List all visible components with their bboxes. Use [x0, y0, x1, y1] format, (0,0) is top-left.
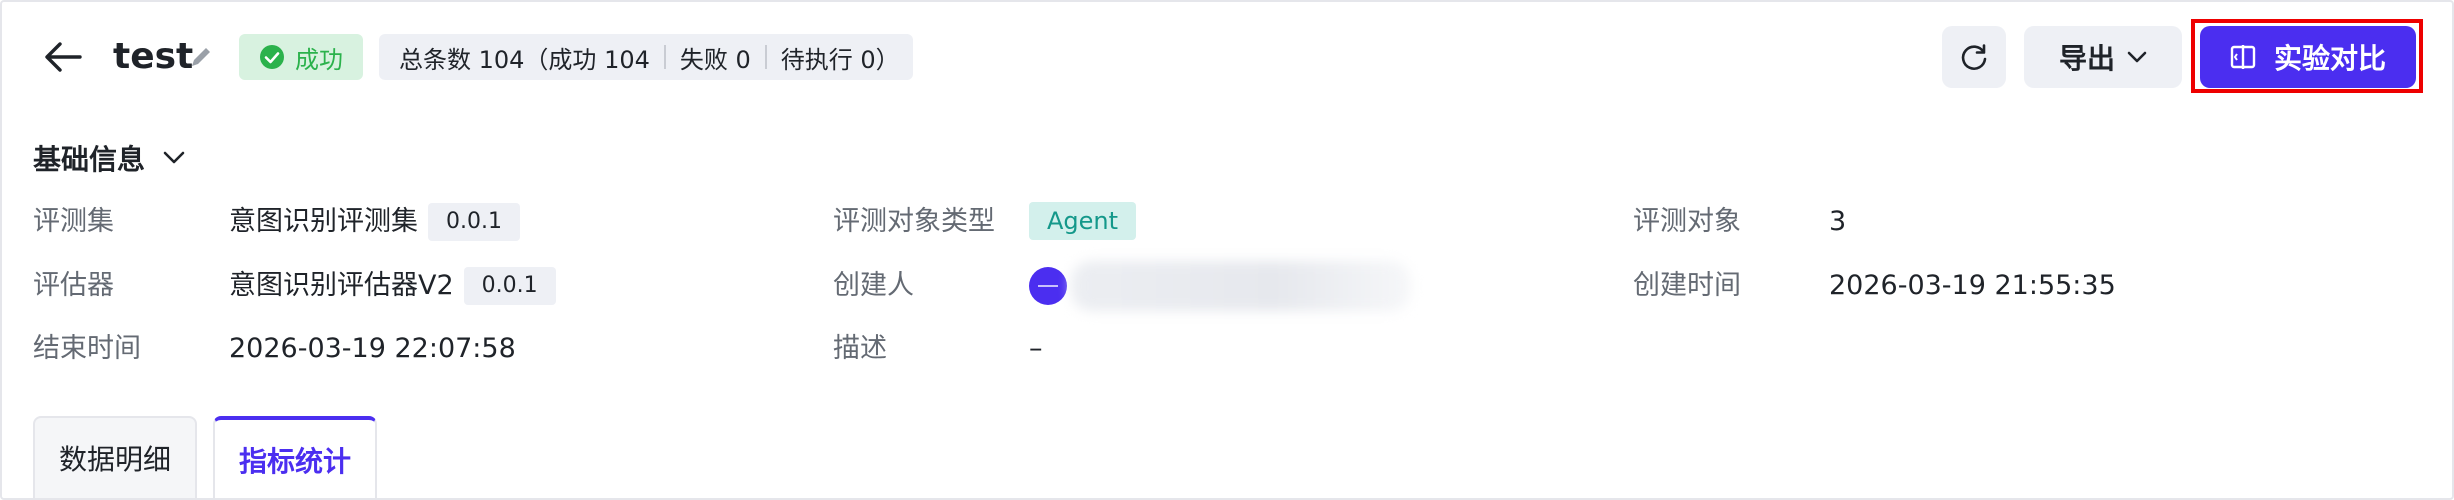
object-value[interactable]: 3 [1829, 202, 1846, 242]
stats-failed: 失败 0 [679, 45, 751, 74]
experiment-detail-page: test 成功 总条数 104（成功 104 失败 0 待执行 0） 导出 实验… [0, 0, 2454, 500]
pencil-icon [192, 48, 210, 66]
edit-title-button[interactable] [186, 40, 216, 74]
object-type-value-group: Agent [1029, 202, 1137, 240]
basic-info-title: 基础信息 [33, 143, 146, 176]
eval-set-version-badge: 0.0.1 [428, 203, 520, 241]
refresh-button[interactable] [1942, 26, 2006, 88]
creator-name-redacted [1071, 261, 1411, 311]
object-type-tag: Agent [1029, 202, 1137, 240]
eval-set-value[interactable]: 意图识别评测集 [229, 202, 418, 242]
avatar-icon [1038, 285, 1058, 287]
object-label: 评测对象 [1633, 206, 1741, 237]
eval-set-value-group: 意图识别评测集 0.0.1 [229, 202, 520, 242]
export-button[interactable]: 导出 [2024, 26, 2182, 88]
stats-divider [663, 45, 666, 69]
stats-total: 总条数 104（成功 104 [399, 45, 650, 74]
tab-metric-stats[interactable]: 指标统计 [213, 416, 377, 498]
end-time-value: 2026-03-19 22:07:58 [229, 333, 516, 364]
refresh-icon [1961, 44, 1987, 70]
evaluator-value-group: 意图识别评估器V2 0.0.1 [229, 266, 556, 306]
check-circle-icon [260, 45, 284, 69]
end-time-label: 结束时间 [33, 333, 141, 364]
chevron-down-icon [163, 151, 185, 164]
export-label: 导出 [2058, 42, 2115, 75]
avatar [1029, 267, 1067, 305]
created-time-label: 创建时间 [1633, 270, 1741, 301]
description-value: – [1029, 333, 1043, 364]
description-label: 描述 [833, 333, 887, 364]
evaluator-value[interactable]: 意图识别评估器V2 [229, 266, 454, 306]
status-label: 成功 [295, 45, 343, 74]
experiment-compare-button[interactable]: 实验对比 [2200, 26, 2416, 88]
tab-data-detail[interactable]: 数据明细 [33, 416, 197, 498]
stats-divider [764, 45, 767, 69]
evaluator-label: 评估器 [33, 270, 114, 301]
basic-info-toggle[interactable]: 基础信息 [33, 138, 185, 178]
arrow-left-icon [45, 42, 82, 72]
creator-label: 创建人 [833, 270, 914, 301]
compare-icon [2230, 45, 2256, 69]
object-type-label: 评测对象类型 [833, 206, 995, 237]
eval-set-label: 评测集 [33, 206, 114, 237]
chevron-down-icon [2127, 51, 2147, 63]
back-button[interactable] [38, 32, 88, 82]
compare-label: 实验对比 [2273, 42, 2386, 75]
created-time-value: 2026-03-19 21:55:35 [1829, 270, 2116, 301]
stats-pending: 待执行 0） [780, 45, 900, 74]
evaluator-version-badge: 0.0.1 [463, 267, 556, 305]
run-stats: 总条数 104（成功 104 失败 0 待执行 0） [379, 34, 913, 80]
creator-value-group [1029, 261, 1411, 311]
page-title: test [113, 36, 194, 77]
status-badge: 成功 [239, 34, 363, 80]
